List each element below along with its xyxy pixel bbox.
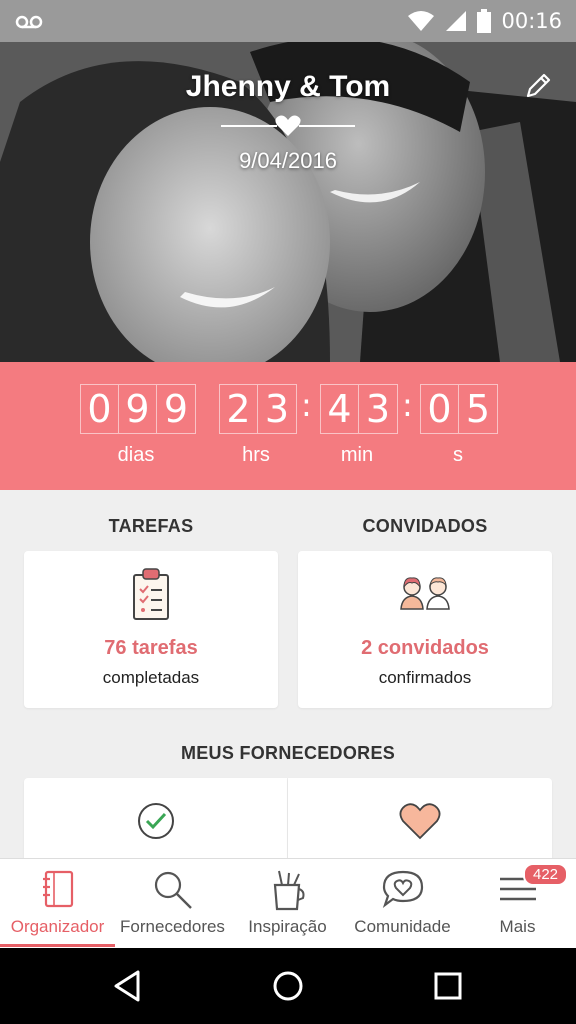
- nav-label: Inspiração: [248, 917, 327, 936]
- tasks-title: TAREFAS: [108, 516, 194, 536]
- seconds-label: s: [453, 444, 463, 466]
- battery-icon: [477, 9, 492, 33]
- digit: 9: [163, 387, 189, 431]
- minutes-label: min: [340, 444, 374, 466]
- edit-icon[interactable]: [522, 70, 554, 102]
- hours-label: hrs: [242, 444, 270, 466]
- signal-icon: [446, 11, 467, 31]
- digit: 4: [321, 385, 359, 433]
- days-label: dias: [117, 444, 155, 466]
- countdown-panel: 0 9 9 2 3 : 4 3 : 0 5 dias hrs min s: [0, 362, 576, 490]
- clipboard-icon: [133, 568, 169, 620]
- hours-digits: 2 3: [219, 384, 297, 434]
- nav-mais[interactable]: 422 Mais: [460, 859, 575, 949]
- guests-title: CONVIDADOS: [362, 516, 488, 536]
- heart-divider-icon: [221, 115, 355, 136]
- vendors-favorites-card[interactable]: [288, 778, 552, 868]
- nav-label: Mais: [499, 917, 536, 936]
- nav-organizador[interactable]: Organizador: [0, 859, 115, 949]
- colon-separator: :: [402, 386, 413, 424]
- check-circle-icon: [137, 803, 174, 839]
- voicemail-icon: [15, 15, 43, 29]
- digit: 3: [365, 387, 391, 431]
- system-navigation-bar: [0, 948, 576, 1024]
- back-icon[interactable]: [108, 966, 148, 1006]
- vendors-hired-card[interactable]: [24, 778, 287, 868]
- tasks-count: 76 tarefas: [104, 637, 198, 659]
- guests-card[interactable]: 2 convidados confirmados: [298, 551, 552, 708]
- couple-names: Jhenny & Tom: [185, 70, 391, 103]
- status-bar: 00:16: [0, 0, 576, 42]
- notification-badge: 422: [523, 863, 569, 886]
- tasks-card[interactable]: 76 tarefas completadas: [24, 551, 278, 708]
- chat-heart-icon: [382, 870, 423, 908]
- guests-subtitle: confirmados: [378, 668, 472, 687]
- digit: 9: [119, 385, 157, 433]
- vendors-title: MEUS FORNECEDORES: [180, 743, 396, 763]
- nav-label: Organizador: [10, 917, 105, 936]
- wedding-date: 9/04/2016: [239, 148, 337, 173]
- heart-icon: [399, 803, 441, 840]
- tasks-subtitle: completadas: [102, 668, 200, 687]
- recents-icon[interactable]: [428, 966, 468, 1006]
- nav-label: Comunidade: [354, 917, 451, 936]
- nav-comunidade[interactable]: Comunidade: [345, 859, 460, 949]
- clock: 00:16: [501, 9, 562, 33]
- digit: 5: [465, 387, 491, 431]
- colon-separator: :: [301, 386, 312, 424]
- guests-icon: [400, 577, 450, 610]
- digit: 0: [81, 385, 119, 433]
- nav-inspiracao[interactable]: Inspiração: [230, 859, 345, 949]
- home-icon[interactable]: [268, 966, 308, 1006]
- guests-count: 2 convidados: [361, 637, 489, 659]
- pencil-cup-icon: [273, 870, 304, 911]
- bottom-navigation: Organizador Fornecedores Inspiração Comu…: [0, 858, 576, 948]
- days-digits: 0 9 9: [80, 384, 196, 434]
- nav-fornecedores[interactable]: Fornecedores: [115, 859, 230, 949]
- notebook-icon: [42, 870, 73, 908]
- wifi-icon: [408, 11, 435, 31]
- digit: 2: [220, 385, 258, 433]
- nav-label: Fornecedores: [120, 917, 225, 936]
- couple-header: Jhenny & Tom 9/04/2016: [0, 42, 576, 362]
- search-icon: [154, 871, 192, 909]
- minutes-digits: 4 3: [320, 384, 398, 434]
- seconds-digits: 0 5: [420, 384, 498, 434]
- digit: 0: [421, 385, 459, 433]
- digit: 3: [264, 387, 290, 431]
